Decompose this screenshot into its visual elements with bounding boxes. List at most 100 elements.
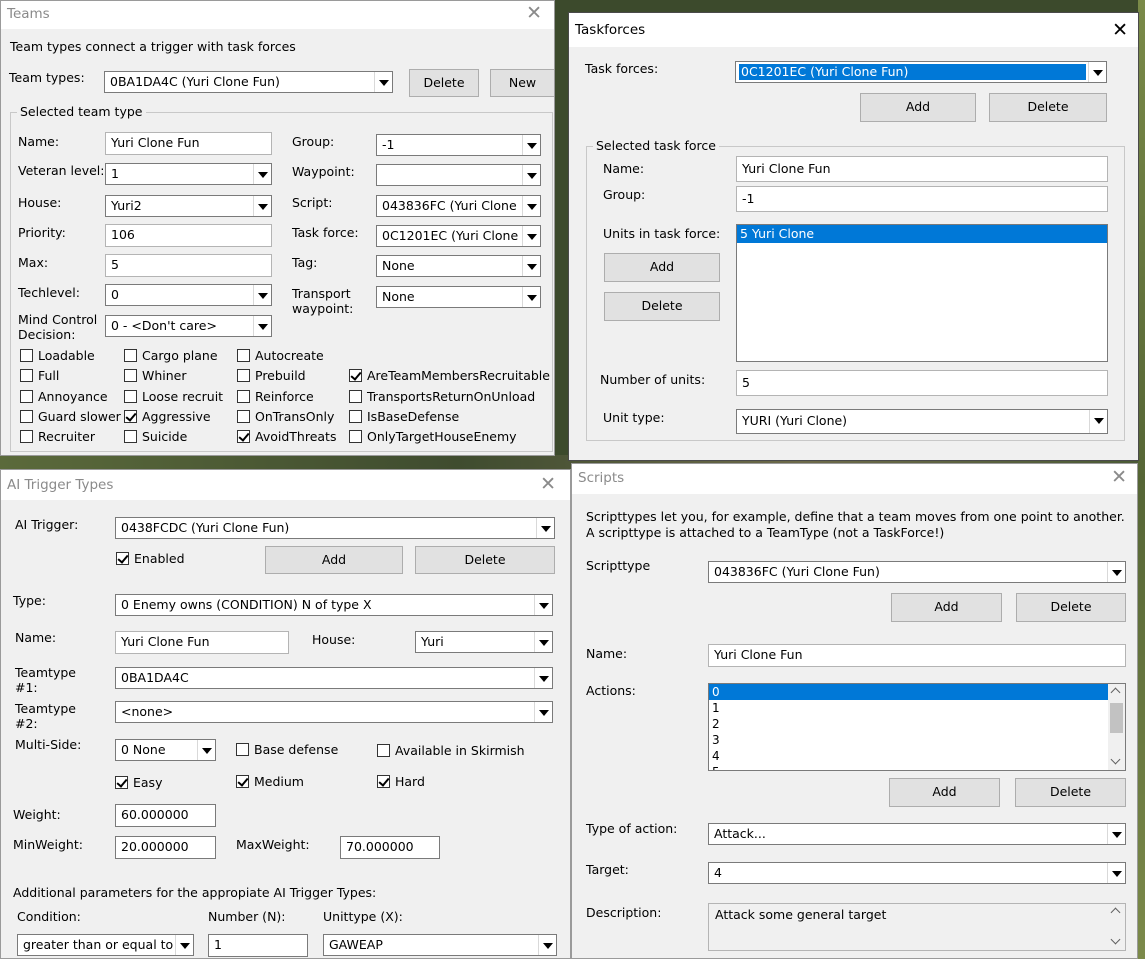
script-delete-button[interactable]: Delete: [1016, 593, 1126, 622]
chevron-down-icon[interactable]: [536, 518, 554, 538]
actions-list[interactable]: 0 1 2 3 4 5: [708, 683, 1126, 771]
chevron-down-icon[interactable]: [534, 632, 552, 652]
selected-team-type-legend: Selected team type: [17, 104, 146, 119]
script-add-button[interactable]: Add: [891, 593, 1002, 622]
taskforce-select[interactable]: 0C1201EC (Yuri Clone Fun): [376, 225, 541, 247]
techlevel-select[interactable]: 0: [105, 284, 272, 306]
number-of-units-input[interactable]: 5: [736, 370, 1108, 396]
veteran-level-select[interactable]: 1: [105, 163, 272, 185]
mind-control-select[interactable]: 0 - <Don't care>: [105, 315, 272, 337]
description-scrollbar[interactable]: [1108, 904, 1125, 950]
group-select[interactable]: -1: [376, 134, 541, 156]
additional-params-label: Additional parameters for the appropiate…: [13, 885, 377, 900]
chevron-down-icon[interactable]: [522, 287, 540, 307]
list-item[interactable]: 1: [709, 700, 1125, 716]
house-select[interactable]: Yuri2: [105, 195, 272, 217]
list-item[interactable]: 4: [709, 748, 1125, 764]
ai-name-input[interactable]: Yuri Clone Fun: [115, 631, 289, 654]
minweight-input[interactable]: 20.000000: [115, 836, 216, 859]
chevron-down-icon[interactable]: [522, 196, 540, 216]
list-item[interactable]: 0: [709, 684, 1108, 700]
script-name-input[interactable]: Yuri Clone Fun: [708, 644, 1126, 667]
chevron-down-icon[interactable]: [522, 226, 540, 246]
chevron-down-icon[interactable]: [1107, 824, 1125, 844]
chevron-down-icon[interactable]: [534, 668, 552, 688]
tf-name-input[interactable]: Yuri Clone Fun: [736, 156, 1108, 182]
team-name-input[interactable]: Yuri Clone Fun: [105, 132, 272, 155]
action-add-button[interactable]: Add: [889, 778, 1000, 807]
unit-type-select[interactable]: YURI (Yuri Clone): [736, 409, 1108, 434]
chevron-down-icon[interactable]: [522, 135, 540, 155]
action-delete-button[interactable]: Delete: [1015, 778, 1126, 807]
multi-side-select[interactable]: 0 None: [115, 739, 216, 761]
scripts-titlebar[interactable]: Scripts ✕: [572, 464, 1137, 494]
ai-house-select[interactable]: Yuri: [415, 631, 553, 653]
ai-type-select[interactable]: 0 Enemy owns (CONDITION) N of type X: [115, 594, 553, 616]
number-n-label: Number (N):: [208, 909, 286, 924]
teamtype1-select[interactable]: 0BA1DA4C: [115, 667, 553, 689]
chevron-down-icon[interactable]: [522, 256, 540, 276]
type-of-action-select[interactable]: Attack...: [708, 823, 1126, 845]
teams-titlebar[interactable]: Teams ✕: [1, 1, 554, 29]
chevron-up-icon[interactable]: [1108, 684, 1125, 701]
chevron-down-icon[interactable]: [1108, 753, 1125, 770]
chevron-down-icon[interactable]: [374, 72, 392, 92]
chevron-down-icon[interactable]: [197, 740, 215, 760]
ai-trigger-titlebar[interactable]: AI Trigger Types ✕: [1, 470, 570, 500]
scroll-thumb[interactable]: [1110, 703, 1123, 733]
chevron-down-icon[interactable]: [253, 316, 271, 336]
task-forces-select[interactable]: 0C1201EC (Yuri Clone Fun): [735, 61, 1107, 83]
team-delete-button[interactable]: Delete: [409, 69, 479, 97]
chevron-down-icon[interactable]: [534, 702, 552, 722]
close-icon[interactable]: ✕: [1111, 466, 1127, 488]
script-select[interactable]: 043836FC (Yuri Clone Fun): [376, 195, 541, 217]
taskforces-titlebar[interactable]: Taskforces ✕: [569, 13, 1138, 47]
chevron-down-icon[interactable]: [1107, 863, 1125, 883]
units-list[interactable]: 5 Yuri Clone: [736, 224, 1108, 362]
condition-select[interactable]: greater than or equal to: [17, 934, 194, 956]
taskforce-add-button[interactable]: Add: [860, 93, 976, 122]
chevron-down-icon[interactable]: [1107, 562, 1125, 582]
chevron-down-icon[interactable]: [1108, 933, 1125, 950]
chevron-down-icon[interactable]: [538, 935, 556, 955]
unit-delete-button[interactable]: Delete: [604, 292, 720, 321]
list-item[interactable]: 5: [709, 764, 1125, 770]
chevron-down-icon[interactable]: [1088, 62, 1106, 82]
desktop-background-right: [1138, 0, 1145, 959]
close-icon[interactable]: ✕: [1112, 19, 1128, 41]
transport-waypoint-select[interactable]: None: [376, 286, 541, 308]
ai-trigger-select[interactable]: 0438FCDC (Yuri Clone Fun): [115, 517, 555, 539]
unit-add-button[interactable]: Add: [604, 253, 720, 282]
list-item[interactable]: 2: [709, 716, 1125, 732]
chevron-down-icon[interactable]: [175, 935, 193, 955]
tf-group-input[interactable]: -1: [736, 186, 1108, 212]
chevron-down-icon[interactable]: [534, 595, 552, 615]
team-types-select[interactable]: 0BA1DA4C (Yuri Clone Fun): [104, 71, 393, 93]
chevron-down-icon[interactable]: [253, 196, 271, 216]
ai-delete-button[interactable]: Delete: [415, 546, 555, 574]
unittype-x-select[interactable]: GAWEAP: [323, 934, 557, 956]
list-item[interactable]: 3: [709, 732, 1125, 748]
ai-add-button[interactable]: Add: [265, 546, 403, 574]
team-new-button[interactable]: New: [490, 69, 554, 97]
chevron-down-icon[interactable]: [253, 285, 271, 305]
actions-scrollbar[interactable]: [1108, 684, 1125, 770]
priority-input[interactable]: 106: [105, 224, 272, 247]
teamtype2-select[interactable]: <none>: [115, 701, 553, 723]
chevron-down-icon[interactable]: [522, 165, 540, 185]
chevron-down-icon[interactable]: [253, 164, 271, 184]
chevron-up-icon[interactable]: [1108, 904, 1125, 921]
max-input[interactable]: 5: [105, 254, 272, 277]
taskforce-delete-button[interactable]: Delete: [989, 93, 1107, 122]
list-item[interactable]: 5 Yuri Clone: [737, 225, 1107, 243]
scripttype-select[interactable]: 043836FC (Yuri Clone Fun): [708, 561, 1126, 583]
tag-select[interactable]: None: [376, 255, 541, 277]
close-icon[interactable]: ✕: [526, 2, 542, 24]
number-n-input[interactable]: 1: [208, 934, 308, 957]
waypoint-select[interactable]: [376, 164, 541, 186]
maxweight-input[interactable]: 70.000000: [340, 836, 440, 859]
weight-input[interactable]: 60.000000: [115, 804, 216, 827]
chevron-down-icon[interactable]: [1089, 410, 1107, 433]
target-select[interactable]: 4: [708, 862, 1126, 884]
close-icon[interactable]: ✕: [540, 473, 556, 495]
